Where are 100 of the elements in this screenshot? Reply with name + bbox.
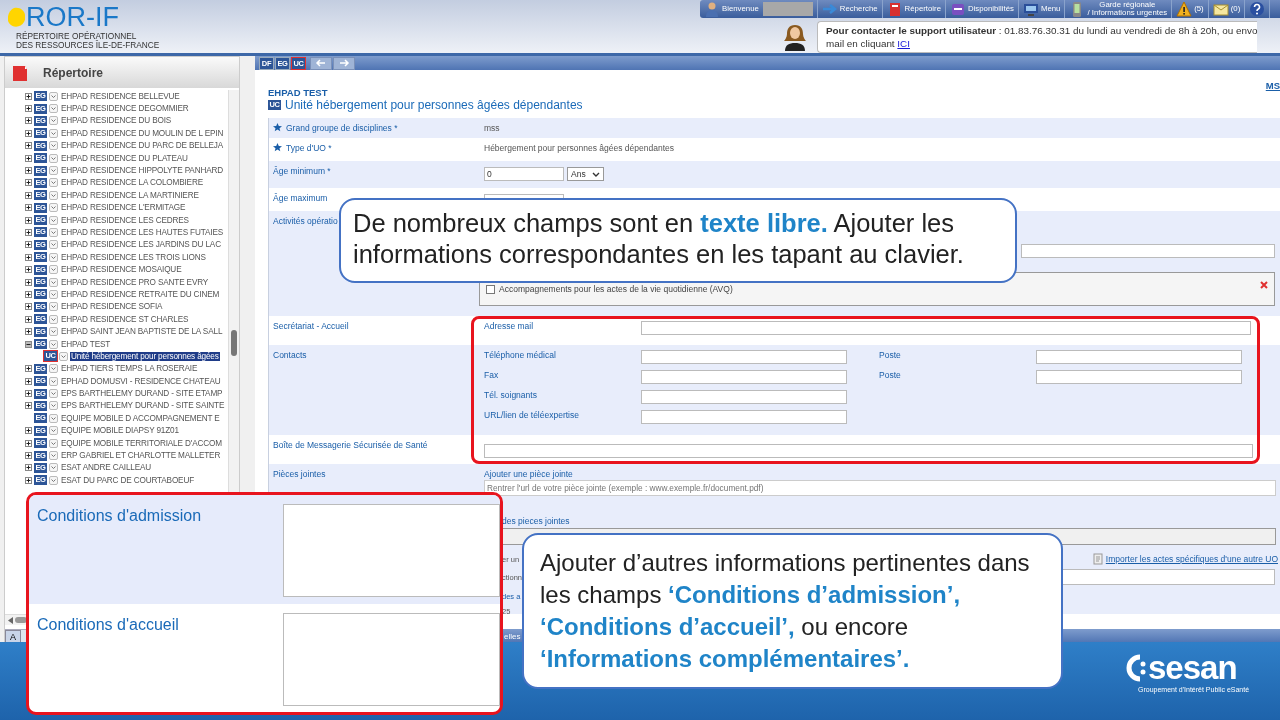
text-field[interactable] bbox=[641, 370, 847, 384]
text-field[interactable] bbox=[641, 321, 1251, 335]
tree-item[interactable]: EQUIPE MOBILE DIAPSY 91Z01 bbox=[60, 426, 180, 436]
tree-item[interactable]: EHPAD TIERS TEMPS LA ROSERAIE bbox=[60, 364, 199, 374]
expand-toggle-icon[interactable] bbox=[25, 129, 32, 137]
expand-toggle-icon[interactable] bbox=[25, 278, 32, 286]
text-area[interactable] bbox=[283, 504, 500, 597]
text-field[interactable] bbox=[1036, 350, 1242, 364]
expand-toggle-icon[interactable] bbox=[25, 229, 32, 236]
dropdown-icon[interactable] bbox=[49, 215, 58, 225]
dropdown-icon[interactable] bbox=[49, 240, 58, 250]
tree-item[interactable]: EHPAD RESIDENCE DU PARC DE BELLEJA bbox=[60, 141, 225, 151]
expand-toggle-icon[interactable] bbox=[25, 427, 32, 435]
text-field[interactable] bbox=[641, 410, 847, 424]
expand-toggle-icon[interactable] bbox=[25, 452, 32, 459]
tree-item[interactable]: EHPAD TEST bbox=[60, 339, 112, 349]
bottom-tab[interactable]: elles bbox=[504, 631, 521, 641]
expand-toggle-icon[interactable] bbox=[25, 303, 32, 311]
dropdown-icon[interactable] bbox=[49, 104, 58, 114]
tree-item[interactable]: ESAT ANDRE CAILLEAU bbox=[60, 463, 153, 473]
tree-item[interactable]: ESAT DU PARC DE COURTABOEUF bbox=[60, 475, 196, 485]
expand-toggle-icon[interactable] bbox=[25, 204, 32, 212]
import-link[interactable]: Importer les actes spécifiques d'une autre UO bbox=[1105, 554, 1278, 564]
dropdown-icon[interactable] bbox=[49, 265, 58, 275]
dropdown-icon[interactable] bbox=[49, 277, 58, 287]
dropdown-icon[interactable] bbox=[49, 116, 58, 126]
text-field[interactable] bbox=[641, 350, 847, 364]
tree-item[interactable]: EPS BARTHELEMY DURAND - SITE SAINTE bbox=[60, 401, 226, 411]
tree-item[interactable]: EHPAD RESIDENCE DU MOULIN DE L EPIN bbox=[60, 128, 225, 138]
expand-toggle-icon[interactable] bbox=[25, 328, 32, 336]
expand-toggle-icon[interactable] bbox=[25, 439, 32, 447]
scroll-left-icon[interactable] bbox=[8, 616, 13, 624]
tree-item[interactable]: EHPAD RESIDENCE LES HAUTES FUTAIES bbox=[60, 228, 225, 237]
dropdown-icon[interactable] bbox=[49, 438, 58, 448]
expand-toggle-icon[interactable] bbox=[25, 241, 32, 249]
text-field[interactable] bbox=[484, 444, 1253, 458]
dropdown-icon[interactable] bbox=[59, 351, 68, 361]
dropdown-icon[interactable] bbox=[49, 475, 58, 485]
tree-item[interactable]: ERP GABRIEL ET CHARLOTTE MALLETER bbox=[60, 451, 222, 460]
tree-item[interactable]: EHPAD RESIDENCE DU PLATEAU bbox=[60, 153, 189, 163]
tree-item[interactable]: EHPAD RESIDENCE RETRAITE DU CINEM bbox=[60, 289, 221, 299]
expand-toggle-icon[interactable] bbox=[25, 179, 32, 187]
expand-toggle-icon[interactable] bbox=[25, 377, 32, 385]
expand-toggle-icon[interactable] bbox=[25, 476, 32, 484]
dropdown-icon[interactable] bbox=[49, 339, 58, 349]
expand-toggle-icon[interactable] bbox=[25, 92, 32, 100]
expand-toggle-icon[interactable] bbox=[25, 117, 32, 125]
text-field[interactable] bbox=[641, 390, 847, 404]
tree-item[interactable]: EHPAD RESIDENCE LA MARTINIERE bbox=[60, 190, 200, 200]
tree-item[interactable]: EHPAD RESIDENCE LES JARDINS DU LAC bbox=[60, 240, 222, 250]
dropdown-icon[interactable] bbox=[49, 178, 58, 188]
text-field[interactable] bbox=[1021, 244, 1275, 258]
dropdown-icon[interactable] bbox=[49, 389, 58, 399]
expand-toggle-icon[interactable] bbox=[25, 402, 32, 410]
tree-item[interactable]: EHPAD RESIDENCE SOFIA bbox=[60, 302, 164, 312]
tree-item[interactable]: EHPAD RESIDENCE ST CHARLES bbox=[60, 314, 190, 324]
expand-toggle-icon[interactable] bbox=[25, 167, 32, 175]
dropdown-icon[interactable] bbox=[49, 128, 58, 138]
forward-button[interactable] bbox=[333, 56, 355, 70]
expand-toggle-icon[interactable] bbox=[25, 266, 32, 274]
age-field[interactable] bbox=[484, 194, 564, 198]
expand-toggle-icon[interactable] bbox=[25, 154, 32, 162]
dropdown-icon[interactable] bbox=[49, 463, 58, 473]
tree-item[interactable]: Unité hébergement pour personnes âgées bbox=[70, 351, 220, 361]
expand-toggle-icon[interactable] bbox=[25, 464, 32, 472]
tree-item[interactable]: EHPAD RESIDENCE LES CEDRES bbox=[60, 215, 190, 225]
expand-toggle-icon[interactable] bbox=[25, 253, 32, 261]
text-field[interactable] bbox=[1060, 569, 1275, 585]
dropdown-icon[interactable] bbox=[49, 451, 58, 460]
expand-toggle-icon[interactable] bbox=[25, 290, 32, 298]
dropdown-icon[interactable] bbox=[49, 252, 58, 262]
tree-item[interactable]: EHPAD RESIDENCE L'ERMITAGE bbox=[60, 203, 187, 213]
expand-toggle-icon[interactable] bbox=[25, 191, 32, 199]
expand-toggle-icon[interactable] bbox=[25, 340, 32, 348]
support-link[interactable]: ICI bbox=[897, 38, 910, 49]
scrollbar-thumb[interactable] bbox=[231, 330, 237, 356]
back-button[interactable] bbox=[310, 56, 332, 70]
tree-item[interactable]: EHPAD RESIDENCE LA COLOMBIERE bbox=[60, 178, 204, 188]
close-icon[interactable] bbox=[1260, 281, 1268, 289]
expand-toggle-icon[interactable] bbox=[25, 105, 32, 113]
text-area[interactable] bbox=[283, 613, 500, 706]
expand-toggle-icon[interactable] bbox=[25, 315, 32, 323]
tree-item[interactable]: EQUIPE MOBILE D ACCOMPAGNEMENT E bbox=[60, 413, 221, 423]
dropdown-icon[interactable] bbox=[49, 203, 58, 213]
expand-toggle-icon[interactable] bbox=[25, 365, 32, 373]
dropdown-icon[interactable] bbox=[49, 153, 58, 163]
dropdown-icon[interactable] bbox=[49, 228, 58, 237]
dropdown-icon[interactable] bbox=[49, 289, 58, 299]
scrollbar-thumb[interactable] bbox=[15, 617, 27, 623]
tree-item[interactable]: EQUIPE MOBILE TERRITORIALE D'ACCOM bbox=[60, 438, 223, 448]
dropdown-icon[interactable] bbox=[49, 413, 58, 423]
age-field[interactable]: 0 bbox=[484, 167, 564, 181]
url-field[interactable]: Rentrer l'url de votre pièce jointe (exemple : www.exemple.fr/document.pdf) bbox=[484, 480, 1276, 496]
dropdown-icon[interactable] bbox=[49, 91, 58, 101]
tree-item[interactable]: EHPAD RESIDENCE HIPPOLYTE PANHARD bbox=[60, 166, 225, 176]
dropdown-icon[interactable] bbox=[49, 327, 58, 337]
tree-item[interactable]: EHPAD RESIDENCE DU BOIS bbox=[60, 116, 173, 126]
dropdown-icon[interactable] bbox=[49, 376, 58, 386]
dropdown-icon[interactable] bbox=[49, 190, 58, 200]
tree-item[interactable]: EPS BARTHELEMY DURAND - SITE ETAMP bbox=[60, 389, 224, 399]
